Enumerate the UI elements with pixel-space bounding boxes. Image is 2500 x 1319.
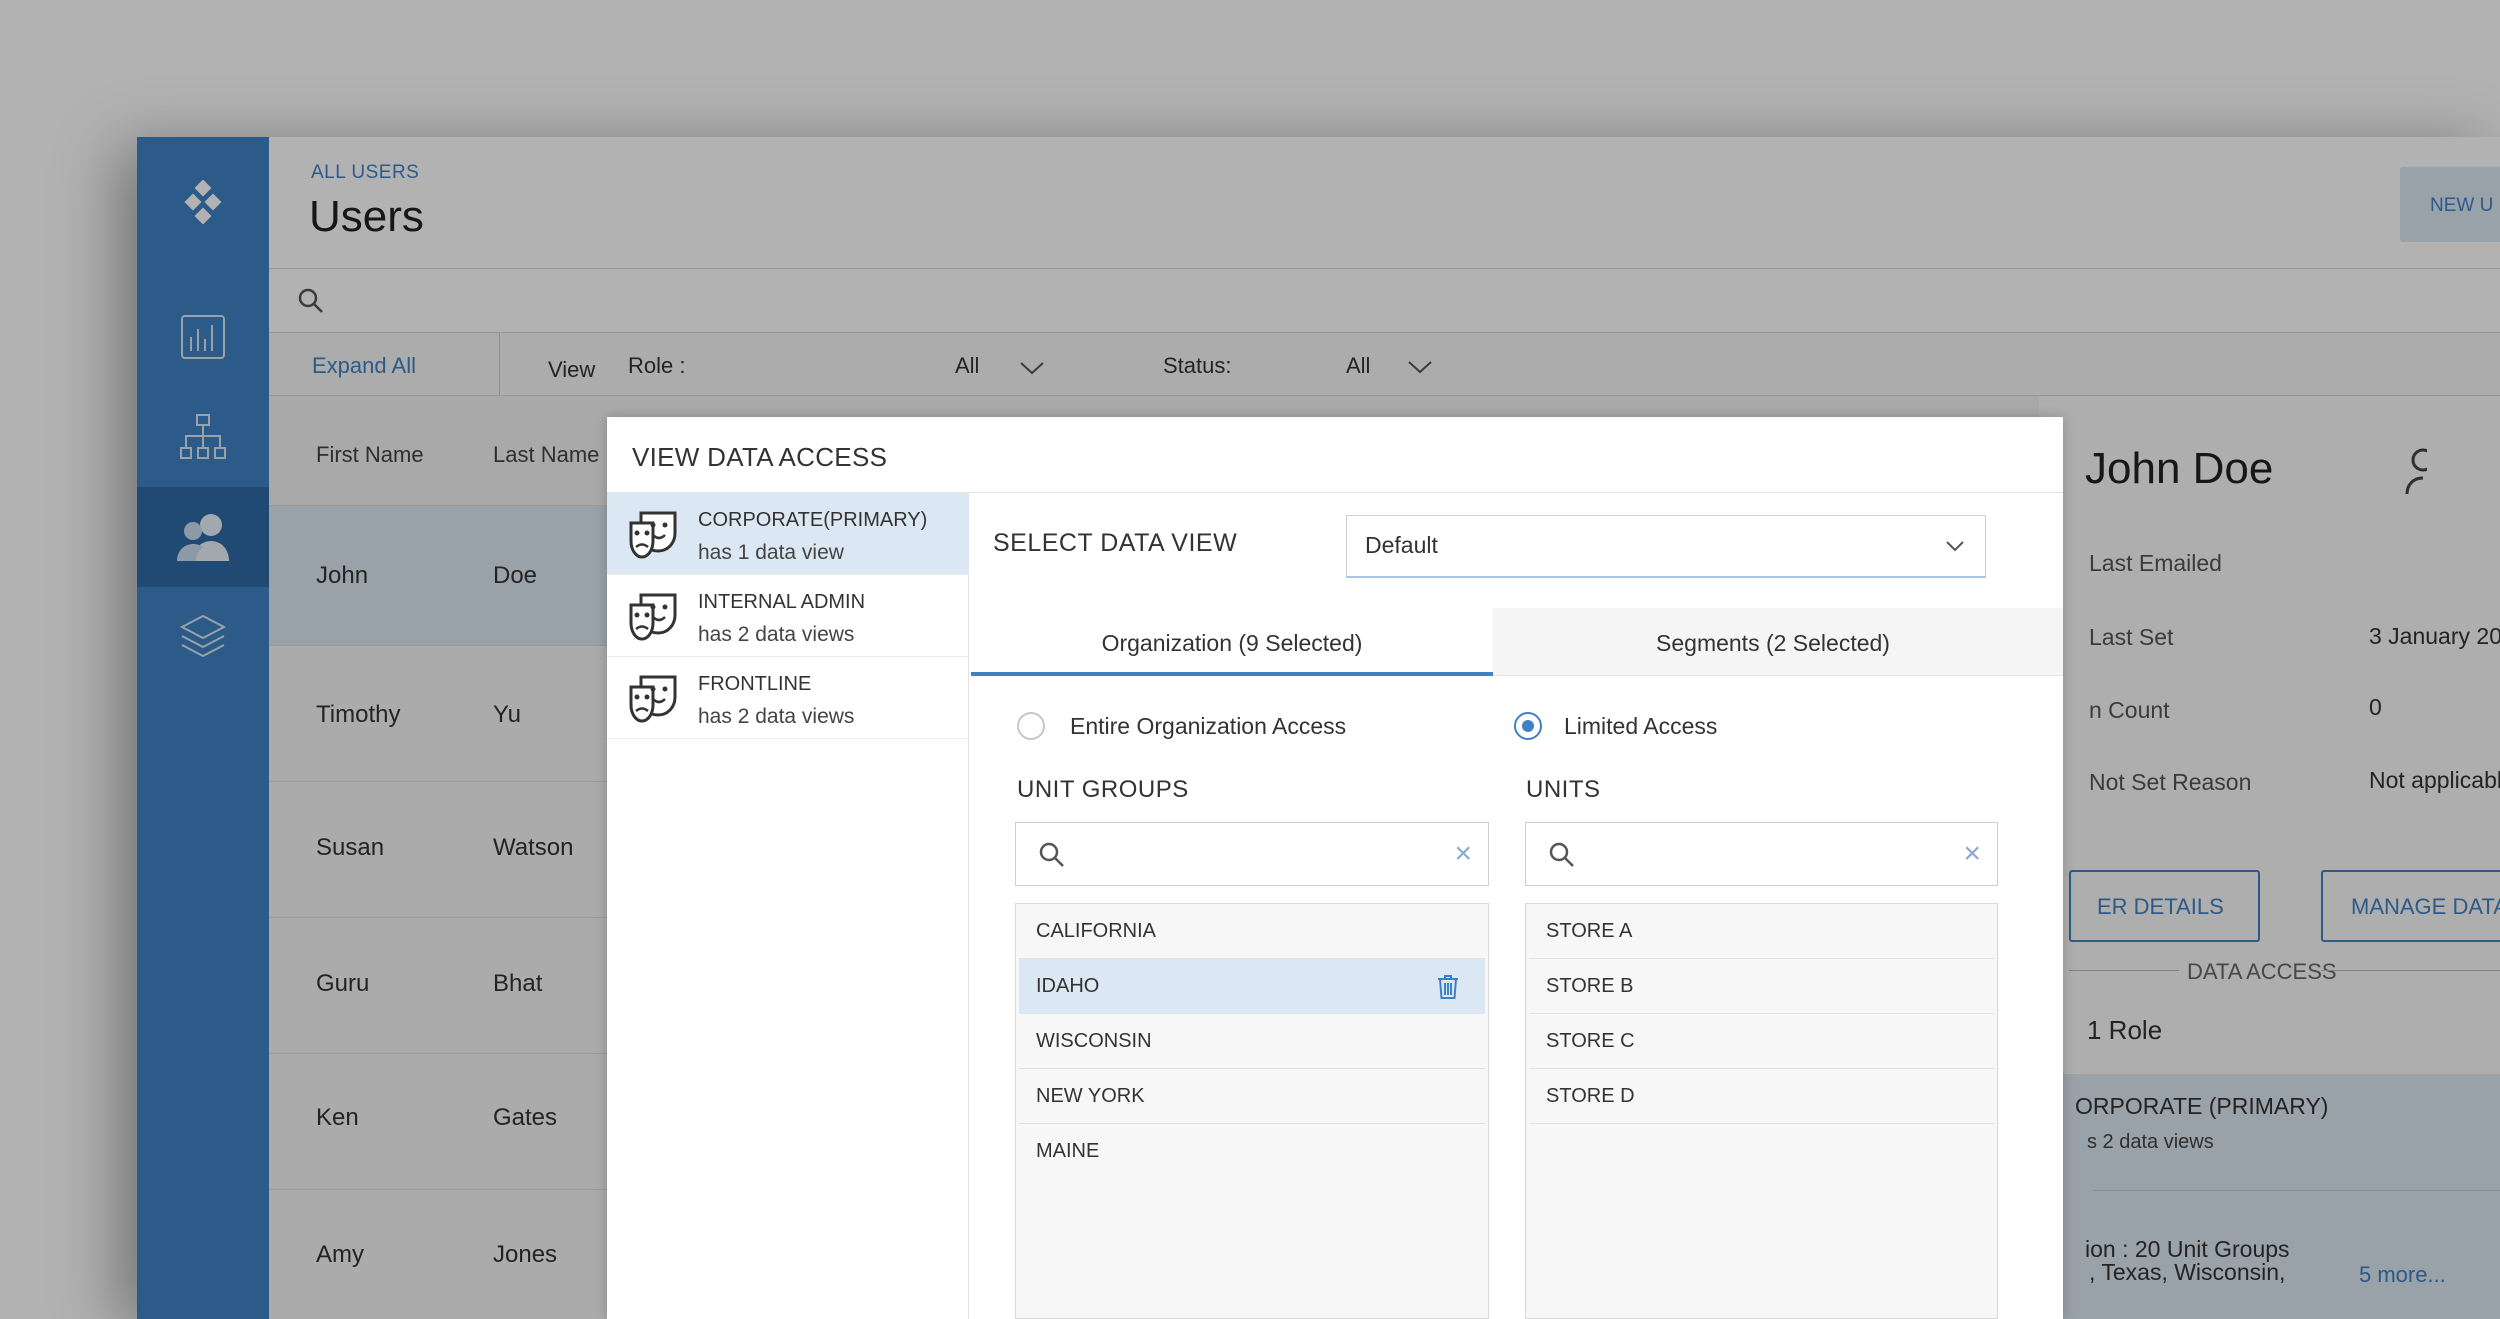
role-data-view-count: has 1 data view	[698, 541, 844, 564]
role-item-frontline[interactable]: FRONTLINE has 2 data views	[607, 657, 969, 739]
unit-item[interactable]: STORE D	[1529, 1069, 1994, 1124]
unit-item[interactable]: STORE C	[1529, 1014, 1994, 1069]
tab-organization[interactable]: Organization (9 Selected)	[971, 608, 1493, 676]
limited-access-radio[interactable]	[1514, 712, 1542, 740]
role-data-view-count: has 2 data views	[698, 705, 855, 728]
role-data-view-count: has 2 data views	[698, 623, 855, 646]
unit-group-label: IDAHO	[1036, 975, 1100, 997]
role-list: CORPORATE(PRIMARY) has 1 data view INTER…	[607, 493, 969, 1319]
theater-masks-icon	[629, 593, 677, 641]
role-name: FRONTLINE	[698, 673, 812, 695]
unit-group-item[interactable]: NEW YORK	[1019, 1069, 1485, 1124]
units-list: STORE A STORE B STORE C STORE D	[1525, 903, 1998, 1319]
view-data-access-modal: VIEW DATA ACCESS CORPORATE(PRIMARY) has …	[607, 417, 2063, 1319]
units-heading: UNITS	[1526, 776, 1601, 803]
role-name: CORPORATE(PRIMARY)	[698, 509, 928, 531]
unit-group-item[interactable]: MAINE	[1019, 1124, 1485, 1179]
clear-icon[interactable]: ×	[1963, 839, 1981, 869]
role-item-internal-admin[interactable]: INTERNAL ADMIN has 2 data views	[607, 575, 969, 657]
limited-access-label[interactable]: Limited Access	[1564, 713, 1717, 740]
modal-title: VIEW DATA ACCESS	[632, 442, 888, 472]
unit-groups-search-input[interactable]: ×	[1015, 822, 1489, 886]
entire-organization-radio[interactable]	[1017, 712, 1045, 740]
data-view-select[interactable]: Default	[1346, 515, 1986, 578]
select-data-view-label: SELECT DATA VIEW	[993, 529, 1238, 557]
unit-item[interactable]: STORE B	[1529, 959, 1994, 1014]
search-icon	[1549, 842, 1574, 867]
role-name: INTERNAL ADMIN	[698, 591, 866, 613]
data-view-tabs: Organization (9 Selected) Segments (2 Se…	[971, 608, 2063, 676]
trash-icon[interactable]	[1437, 974, 1459, 1000]
data-view-select-value: Default	[1365, 532, 1438, 558]
theater-masks-icon	[629, 511, 677, 559]
unit-group-item-selected[interactable]: IDAHO	[1019, 959, 1485, 1014]
unit-groups-heading: UNIT GROUPS	[1017, 776, 1189, 803]
clear-icon[interactable]: ×	[1454, 839, 1472, 869]
unit-item[interactable]: STORE A	[1529, 904, 1994, 959]
theater-masks-icon	[629, 675, 677, 723]
chevron-down-icon	[1946, 541, 1964, 552]
unit-groups-list: CALIFORNIA IDAHO WISCONSIN NEW YORK MAIN…	[1015, 903, 1489, 1319]
role-item-corporate[interactable]: CORPORATE(PRIMARY) has 1 data view	[607, 493, 969, 575]
tab-segments[interactable]: Segments (2 Selected)	[1493, 608, 2053, 676]
unit-group-item[interactable]: WISCONSIN	[1019, 1014, 1485, 1069]
entire-organization-label[interactable]: Entire Organization Access	[1070, 713, 1346, 740]
search-icon	[1039, 842, 1064, 867]
unit-group-item[interactable]: CALIFORNIA	[1019, 904, 1485, 959]
units-search-input[interactable]: ×	[1525, 822, 1998, 886]
